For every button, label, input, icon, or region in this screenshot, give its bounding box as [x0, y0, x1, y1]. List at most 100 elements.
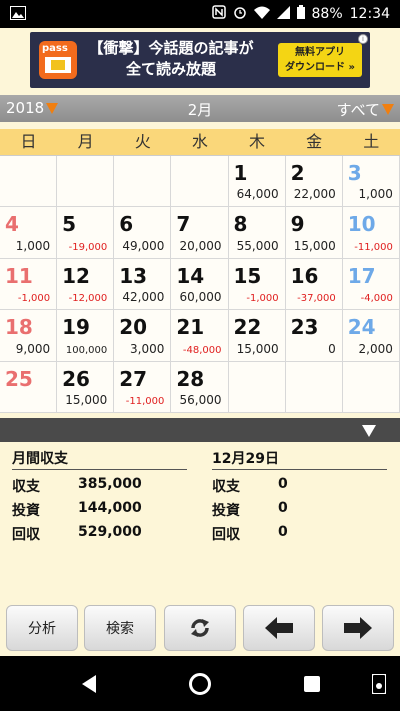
weekday-wed: 水: [191, 132, 208, 151]
day-number: 9: [290, 212, 305, 237]
calendar-day-cell[interactable]: 22 15,000: [228, 310, 286, 362]
next-button[interactable]: [322, 605, 394, 651]
day-balance: 15,000: [65, 392, 108, 407]
day-number: 28: [176, 366, 205, 391]
calendar-day-cell[interactable]: 13 42,000: [114, 258, 172, 311]
calendar-day-cell[interactable]: 5 -19,000: [57, 207, 115, 259]
prev-button[interactable]: [243, 605, 315, 651]
expand-bar[interactable]: [0, 418, 400, 442]
day-number: 2: [290, 161, 305, 185]
monthly-summary-title: 月間収支: [12, 448, 187, 470]
day-number: 3: [347, 161, 362, 185]
collapse-triangle-icon[interactable]: [362, 425, 376, 437]
calendar-day-cell[interactable]: 28 56,000: [171, 361, 229, 413]
weekday-header: 日 月 火 水 木 金 土: [0, 129, 400, 155]
calendar-day-cell[interactable]: 9 15,000: [285, 207, 343, 259]
calendar-day-cell[interactable]: 2 22,000: [285, 156, 343, 208]
ad-headline: 【衝撃】今話題の記事が 全て読み放題: [86, 38, 256, 80]
calendar-day-cell[interactable]: 17 -4,000: [342, 258, 400, 311]
calendar-day-cell[interactable]: 8 55,000: [228, 207, 286, 259]
sync-icon: [191, 619, 209, 637]
day-balance: 49,000: [122, 238, 165, 253]
day-balance: 9,000: [15, 341, 51, 356]
day-number: 17: [347, 263, 376, 288]
calendar-day-cell[interactable]: 14 60,000: [171, 258, 229, 311]
summary-label: 回収: [12, 527, 40, 543]
ad-info-icon[interactable]: i: [358, 34, 368, 44]
day-balance: -4,000: [360, 293, 393, 305]
summary-row: 回収 529,000: [12, 524, 187, 548]
recents-icon[interactable]: [304, 676, 320, 692]
ad-download-button[interactable]: 無料アプリ ダウンロード »: [278, 43, 362, 77]
ad-logo-text: pass: [42, 43, 68, 54]
calendar-day-cell[interactable]: 26 15,000: [57, 361, 115, 413]
weekday-fri: 金: [306, 132, 323, 151]
sync-button[interactable]: [164, 605, 236, 651]
summary-row: 収支 0: [212, 476, 387, 500]
month-nav-bar: 2018 2月 すべて: [0, 95, 400, 122]
day-number: 21: [176, 315, 205, 340]
calendar-day-cell[interactable]: 7 20,000: [171, 207, 229, 259]
calendar-day-cell[interactable]: 12 -12,000: [57, 258, 115, 311]
day-balance: 56,000: [179, 392, 222, 407]
calendar-day-cell[interactable]: 3 1,000: [342, 156, 400, 208]
dropdown-triangle-icon: [382, 104, 394, 115]
day-balance: 0: [328, 341, 336, 356]
day-number: 1: [233, 161, 248, 185]
monthly-summary: 月間収支 収支 385,000 投資 144,000 回収 529,000: [12, 448, 187, 548]
ad-cta-line1: 無料アプリ: [295, 47, 345, 58]
search-button[interactable]: 検索: [84, 605, 156, 651]
nfc-icon: [211, 5, 226, 23]
day-number: 4: [5, 212, 19, 237]
calendar-day-cell[interactable]: 23 0: [285, 310, 343, 362]
summary-row: 収支 385,000: [12, 476, 187, 500]
weekday-sun: 日: [20, 132, 37, 151]
calendar-day-cell[interactable]: 18 9,000: [0, 310, 58, 362]
day-number: 16: [290, 263, 319, 288]
calendar-day-cell[interactable]: 6 49,000: [114, 207, 172, 259]
calendar-day-cell[interactable]: 19 100,000: [57, 310, 115, 362]
day-number: 10: [347, 212, 376, 237]
filter-selector[interactable]: すべて: [337, 99, 394, 120]
ad-line1: 【衝撃】今話題の記事が: [88, 39, 254, 57]
day-number: 13: [119, 263, 148, 288]
calendar-day-cell[interactable]: 4 1,000: [0, 207, 58, 259]
analysis-button[interactable]: 分析: [6, 605, 78, 651]
alarm-icon: [233, 5, 247, 23]
day-number: 7: [176, 212, 191, 237]
calendar-day-cell[interactable]: 15 -1,000: [228, 258, 286, 311]
day-balance: 55,000: [236, 238, 279, 253]
calendar-day-cell[interactable]: 16 -37,000: [285, 258, 343, 311]
calendar-day-cell[interactable]: 11 -1,000: [0, 258, 58, 311]
day-balance: -12,000: [68, 293, 108, 305]
calendar-empty-cell: [342, 361, 400, 413]
ad-logo: pass: [39, 41, 77, 79]
ad-line2: 全て読み放題: [125, 60, 216, 78]
day-balance: 15,000: [293, 238, 336, 253]
ad-cta-line2: ダウンロード »: [285, 62, 355, 73]
calendar-day-cell[interactable]: 25: [0, 361, 58, 413]
calendar-day-cell[interactable]: 10 -11,000: [342, 207, 400, 259]
calendar-empty-cell: [228, 361, 286, 413]
calendar-day-cell[interactable]: 21 -48,000: [171, 310, 229, 362]
calendar-day-cell[interactable]: 27 -11,000: [114, 361, 172, 413]
day-balance: 22,000: [293, 187, 336, 202]
back-icon[interactable]: [82, 675, 96, 693]
ad-banner[interactable]: pass 【衝撃】今話題の記事が 全て読み放題 無料アプリ ダウンロード » i: [0, 28, 400, 91]
calendar-day-cell[interactable]: 24 2,000: [342, 310, 400, 362]
wifi-icon: [253, 6, 270, 23]
day-balance: -19,000: [68, 241, 108, 253]
calendar-day-cell[interactable]: 20 3,000: [114, 310, 172, 362]
summary-value: 0: [278, 476, 288, 492]
day-balance: -37,000: [297, 293, 336, 305]
home-icon[interactable]: [189, 673, 211, 695]
image-icon: [10, 6, 26, 20]
day-number: 27: [119, 366, 148, 391]
day-balance: 15,000: [236, 341, 279, 356]
arrow-left-icon: [265, 617, 293, 639]
calendar-empty-cell: [57, 156, 115, 208]
calendar-day-cell[interactable]: 1 64,000: [228, 156, 286, 208]
volume-icon[interactable]: [372, 674, 386, 694]
ad-content[interactable]: pass 【衝撃】今話題の記事が 全て読み放題 無料アプリ ダウンロード » i: [30, 32, 370, 88]
summary-label: 収支: [212, 479, 240, 495]
